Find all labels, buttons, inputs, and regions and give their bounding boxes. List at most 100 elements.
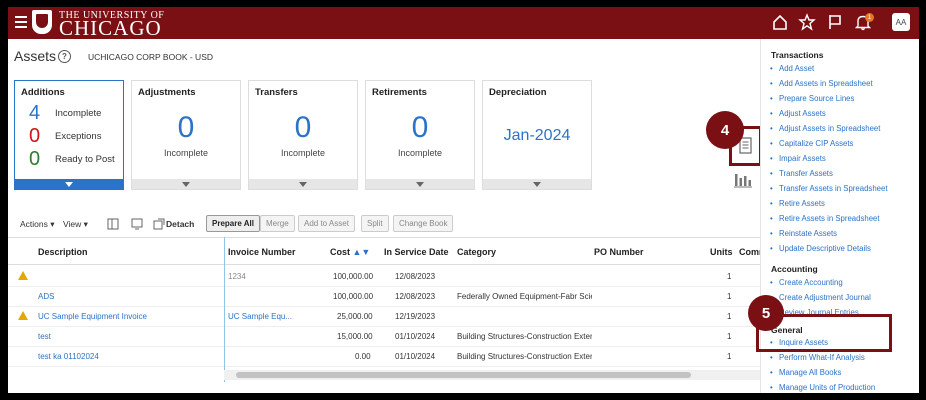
actions-menu[interactable]: Actions ▾ [20, 219, 55, 230]
label: Ready to Post [55, 153, 115, 165]
count: 0 [29, 147, 41, 170]
tile-expand[interactable] [15, 179, 123, 189]
cell-description[interactable]: ADS [38, 292, 54, 301]
tile-title: Depreciation [489, 87, 547, 98]
col-units[interactable]: Units [710, 247, 733, 257]
warning-icon [18, 311, 28, 320]
task-adjust-assets[interactable]: Adjust Assets [770, 109, 826, 118]
col-invoice-number[interactable]: Invoice Number [228, 247, 296, 257]
table-row[interactable]: test ka 01102024 0.00 01/10/2024 Buildin… [8, 347, 760, 367]
cell-description[interactable]: UC Sample Equipment Invoice [38, 312, 147, 321]
task-manage-units-of-production[interactable]: Manage Units of Production [770, 383, 875, 392]
col-category[interactable]: Category [457, 247, 496, 257]
task-retire-assets[interactable]: Retire Assets [770, 199, 825, 208]
hamburger-menu-icon[interactable] [15, 16, 27, 28]
task-perform-what-if[interactable]: Perform What-If Analysis [770, 353, 865, 362]
split-button[interactable]: Split [361, 215, 389, 232]
cell-category: Federally Owned Equipment-Fabr Scie [457, 292, 592, 301]
task-prepare-source-lines[interactable]: Prepare Source Lines [770, 94, 854, 103]
horizontal-scrollbar[interactable] [224, 370, 760, 380]
table-toolbar: Actions ▾ View ▾ Detach Prepare All Merg… [8, 214, 760, 234]
tile-expand[interactable] [366, 179, 474, 189]
task-transfer-assets-spreadsheet[interactable]: Transfer Assets in Spreadsheet [770, 184, 887, 193]
tile-transfers[interactable]: Transfers 0 Incomplete [248, 80, 358, 190]
count: 0 [29, 124, 41, 147]
cell-category: Building Structures-Construction Exteri [457, 352, 592, 361]
tile-expand[interactable] [132, 179, 240, 189]
home-icon[interactable] [771, 13, 789, 31]
task-manage-all-books[interactable]: Manage All Books [770, 368, 841, 377]
actions-label: Actions [20, 219, 48, 229]
tile-retirements[interactable]: Retirements 0 Incomplete [365, 80, 475, 190]
table-row[interactable]: ADS 100,000.00 12/08/2023 Federally Owne… [8, 287, 760, 307]
merge-button[interactable]: Merge [260, 215, 295, 232]
col-description[interactable]: Description [38, 247, 88, 257]
watchlist-flag-icon[interactable] [826, 13, 844, 31]
tile-expand[interactable] [483, 179, 591, 189]
app-window: THE UNIVERSITY OF CHICAGO 1 AA Assets ? … [8, 7, 919, 393]
task-retire-assets-spreadsheet[interactable]: Retire Assets in Spreadsheet [770, 214, 880, 223]
notification-count-badge: 1 [865, 13, 874, 22]
cell-date: 12/08/2023 [395, 272, 436, 281]
cell-cost: 100,000.00 [333, 292, 374, 301]
freeze-columns-icon[interactable] [106, 217, 120, 231]
additions-incomplete[interactable]: 4 Incomplete [29, 102, 101, 124]
tile-expand[interactable] [249, 179, 357, 189]
bar-chart-icon[interactable] [732, 170, 754, 190]
col-po-number[interactable]: PO Number [594, 247, 644, 257]
cell-description[interactable]: test [38, 332, 51, 341]
tile-additions[interactable]: Additions 4 Incomplete 0 Exceptions 0 Re… [14, 80, 124, 190]
cell-invoice[interactable]: UC Sample Equ... [228, 312, 292, 321]
task-impair-assets[interactable]: Impair Assets [770, 154, 826, 163]
cell-description[interactable]: test ka 01102024 [38, 352, 99, 361]
prepare-all-button[interactable]: Prepare All [206, 215, 260, 232]
scrollbar-thumb[interactable] [236, 372, 691, 378]
table-row[interactable]: 1234 100,000.00 12/08/2023 1 [8, 267, 760, 287]
view-menu[interactable]: View ▾ [63, 219, 88, 230]
cell-units: 1 [727, 352, 732, 361]
detach-button[interactable]: Detach [166, 219, 194, 229]
warning-icon [18, 271, 28, 280]
task-reinstate-assets[interactable]: Reinstate Assets [770, 229, 837, 238]
label: Exceptions [55, 130, 102, 142]
cell-invoice[interactable]: 1234 [228, 272, 246, 281]
task-create-adjustment-journal[interactable]: Create Adjustment Journal [770, 293, 871, 302]
university-shield-icon [32, 10, 52, 34]
favorites-star-icon[interactable] [798, 13, 816, 31]
cell-cost: 25,000.00 [337, 312, 373, 321]
user-avatar[interactable]: AA [892, 13, 910, 31]
help-icon[interactable]: ? [58, 50, 71, 63]
additions-exceptions[interactable]: 0 Exceptions [29, 125, 101, 147]
wrap-icon[interactable] [130, 217, 144, 231]
task-transfer-assets[interactable]: Transfer Assets [770, 169, 833, 178]
detach-icon[interactable] [152, 217, 166, 231]
tile-title: Transfers [255, 87, 298, 98]
add-to-asset-button[interactable]: Add to Asset [298, 215, 355, 232]
logo-line2[interactable]: CHICAGO [59, 17, 162, 39]
table-row[interactable]: UC Sample Equipment Invoice UC Sample Eq… [8, 307, 760, 327]
tile-label: Incomplete [163, 148, 209, 158]
change-book-button[interactable]: Change Book [393, 215, 454, 232]
section-transactions: Transactions [771, 50, 824, 60]
task-add-assets-spreadsheet[interactable]: Add Assets in Spreadsheet [770, 79, 873, 88]
task-capitalize-cip[interactable]: Capitalize CIP Assets [770, 139, 853, 148]
tile-value: Jan-2024 [503, 127, 571, 144]
additions-ready-to-post[interactable]: 0 Ready to Post [29, 148, 115, 170]
tile-title: Adjustments [138, 87, 196, 98]
col-in-service-date[interactable]: In Service Date [384, 247, 449, 257]
cell-units: 1 [727, 332, 732, 341]
book-name: UCHICAGO CORP BOOK - USD [88, 52, 213, 62]
sort-icon[interactable]: ▲▼ [353, 247, 371, 257]
table-row[interactable]: test 15,000.00 01/10/2024 Building Struc… [8, 327, 760, 347]
section-accounting: Accounting [771, 264, 818, 274]
cell-units: 1 [727, 312, 732, 321]
col-cost[interactable]: Cost ▲▼ [330, 247, 370, 257]
global-header: THE UNIVERSITY OF CHICAGO 1 AA [8, 7, 919, 39]
tile-adjustments[interactable]: Adjustments 0 Incomplete [131, 80, 241, 190]
task-adjust-assets-spreadsheet[interactable]: Adjust Assets in Spreadsheet [770, 124, 880, 133]
additions-table: Description Invoice Number Cost ▲▼ In Se… [8, 237, 767, 382]
tile-depreciation[interactable]: Depreciation Jan-2024 [482, 80, 592, 190]
task-create-accounting[interactable]: Create Accounting [770, 278, 843, 287]
task-update-descriptive-details[interactable]: Update Descriptive Details [770, 244, 871, 253]
task-add-asset[interactable]: Add Asset [770, 64, 814, 73]
